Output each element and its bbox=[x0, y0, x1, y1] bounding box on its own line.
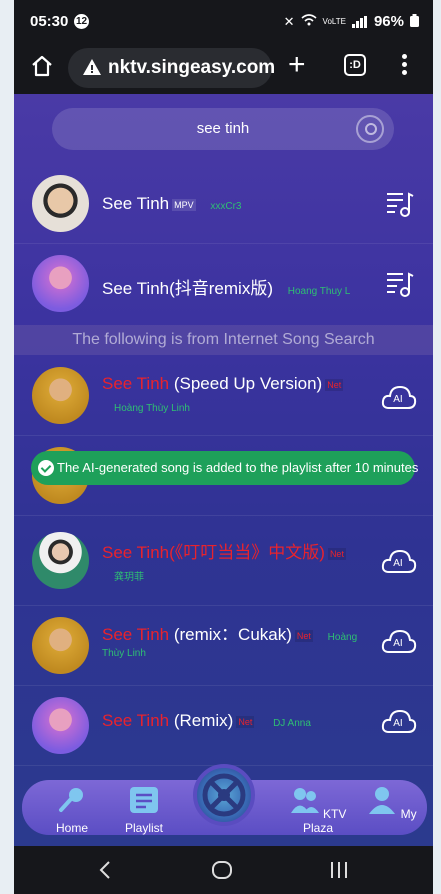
net-tag: Net bbox=[236, 715, 255, 728]
home-button-icon[interactable] bbox=[212, 861, 232, 879]
browser-toolbar: nktv.singeasy.com + :D bbox=[14, 44, 433, 94]
playlist-icon bbox=[130, 787, 158, 813]
add-to-queue-icon[interactable] bbox=[385, 190, 415, 218]
song-avatar bbox=[32, 175, 89, 232]
status-time: 05:30 bbox=[30, 13, 69, 30]
people-icon bbox=[290, 788, 319, 813]
search-input[interactable]: see tinh bbox=[52, 108, 394, 150]
phone-screen: 05:30 12 ✕ VoLTE 96% nktv.singeasy.com +… bbox=[14, 0, 433, 894]
song-avatar bbox=[32, 697, 89, 754]
search-query: see tinh bbox=[196, 120, 250, 137]
song-row[interactable]: See Tinh (remix：Cukak) Net Hoàng Thùy Lin… bbox=[14, 606, 433, 686]
new-tab-button[interactable]: + bbox=[288, 50, 306, 80]
song-artist: Hoàng Thùy Linh bbox=[114, 403, 190, 414]
song-artist-continued: Thùy Linh bbox=[102, 648, 146, 659]
song-title: See Tinh bbox=[102, 194, 170, 213]
song-title-highlight: See Tinh bbox=[102, 625, 170, 644]
check-icon bbox=[38, 460, 54, 476]
song-row[interactable]: See Tinh (Remix) Net DJ Anna AI bbox=[14, 686, 433, 766]
svg-text:AI: AI bbox=[393, 394, 402, 405]
status-icons: ✕ VoLTE 96% bbox=[284, 13, 419, 30]
nav-ktv-plaza[interactable]: KTV Plaza bbox=[278, 786, 358, 835]
song-avatar bbox=[32, 367, 89, 424]
disc-icon bbox=[202, 773, 246, 817]
song-avatar bbox=[32, 255, 89, 312]
ai-song-toast: The AI-generated song is added to the pl… bbox=[31, 451, 419, 485]
song-artist: Hoàng bbox=[327, 632, 358, 643]
nav-playlist[interactable]: Playlist bbox=[114, 786, 174, 835]
player-center-button[interactable] bbox=[193, 764, 255, 826]
battery-icon bbox=[410, 13, 419, 30]
microphone-icon bbox=[59, 788, 83, 812]
net-tag: Net bbox=[327, 547, 346, 560]
song-title: (Speed Up Version) bbox=[169, 374, 323, 393]
song-row[interactable]: See Tinh MPV xxxCr3 bbox=[14, 164, 433, 244]
system-nav-bar bbox=[14, 846, 433, 894]
address-bar[interactable]: nktv.singeasy.com bbox=[68, 48, 276, 88]
song-row[interactable]: See Tinh(抖音remix版) Hoang Thuy L bbox=[14, 244, 433, 324]
toast-message: The AI-generated song is added to the pl… bbox=[57, 460, 419, 475]
song-row[interactable]: See Tinh(《叮叮当当》中文版) Net 龚玥菲 AI bbox=[14, 516, 433, 606]
home-icon[interactable] bbox=[30, 54, 54, 78]
nav-home-label: Home bbox=[55, 821, 88, 835]
app-content: see tinh See Tinh MPV xxxCr3 See Tinh(抖音r… bbox=[14, 94, 433, 846]
net-tag: Net bbox=[325, 378, 344, 391]
more-menu-button[interactable] bbox=[402, 54, 408, 78]
notification-count-badge: 12 bbox=[74, 14, 89, 29]
song-title: (remix：Cukak) bbox=[169, 625, 292, 644]
profile-icon bbox=[369, 787, 396, 814]
song-artist: Hoang Thuy L bbox=[287, 286, 351, 297]
ai-cloud-icon[interactable]: AI bbox=[381, 548, 417, 578]
nav-my-label: My bbox=[400, 807, 417, 821]
url-text: nktv.singeasy.com bbox=[108, 57, 276, 78]
nav-home[interactable]: Home bbox=[42, 786, 102, 835]
song-title: (《叮叮当当》中文版) bbox=[169, 543, 325, 562]
song-artist: 龚玥菲 bbox=[114, 572, 144, 583]
song-artist: xxxCr3 bbox=[210, 201, 242, 212]
song-title-highlight: See Tinh bbox=[102, 711, 170, 730]
nav-my[interactable]: My bbox=[362, 786, 422, 821]
warning-icon[interactable] bbox=[82, 57, 102, 77]
tab-switcher-button[interactable]: :D bbox=[344, 54, 366, 76]
svg-text:AI: AI bbox=[393, 638, 402, 649]
song-title-highlight: See Tinh bbox=[102, 543, 170, 562]
status-bar: 05:30 12 ✕ VoLTE 96% bbox=[14, 0, 433, 44]
net-tag: Net bbox=[294, 629, 313, 642]
mpv-tag: MPV bbox=[172, 198, 196, 211]
ai-cloud-icon[interactable]: AI bbox=[381, 384, 417, 414]
song-avatar bbox=[32, 617, 89, 674]
back-icon[interactable] bbox=[98, 861, 112, 879]
signal-icon bbox=[351, 15, 368, 28]
nav-playlist-label: Playlist bbox=[124, 821, 163, 835]
song-avatar bbox=[32, 532, 89, 589]
song-row[interactable]: See Tinh (Speed Up Version) Net Hoàng Thù… bbox=[14, 356, 433, 436]
battery-level: 96% bbox=[373, 13, 404, 30]
song-title-highlight: See Tinh bbox=[102, 374, 170, 393]
song-title: (Remix) bbox=[169, 711, 234, 730]
volte-label: VoLTE bbox=[322, 17, 346, 26]
ai-cloud-icon[interactable]: AI bbox=[381, 628, 417, 658]
svg-text:AI: AI bbox=[393, 558, 402, 569]
add-to-queue-icon[interactable] bbox=[385, 270, 415, 298]
ai-cloud-icon[interactable]: AI bbox=[381, 708, 417, 738]
song-title: See Tinh(抖音remix版) bbox=[102, 279, 273, 298]
internet-search-header: The following is from Internet Song Sear… bbox=[14, 325, 433, 355]
recents-icon[interactable] bbox=[330, 861, 348, 879]
search-icon[interactable] bbox=[356, 115, 384, 143]
wifi-icon bbox=[301, 14, 317, 29]
mute-icon: ✕ bbox=[283, 13, 295, 29]
song-artist: DJ Anna bbox=[273, 718, 311, 729]
svg-text:AI: AI bbox=[393, 718, 402, 729]
